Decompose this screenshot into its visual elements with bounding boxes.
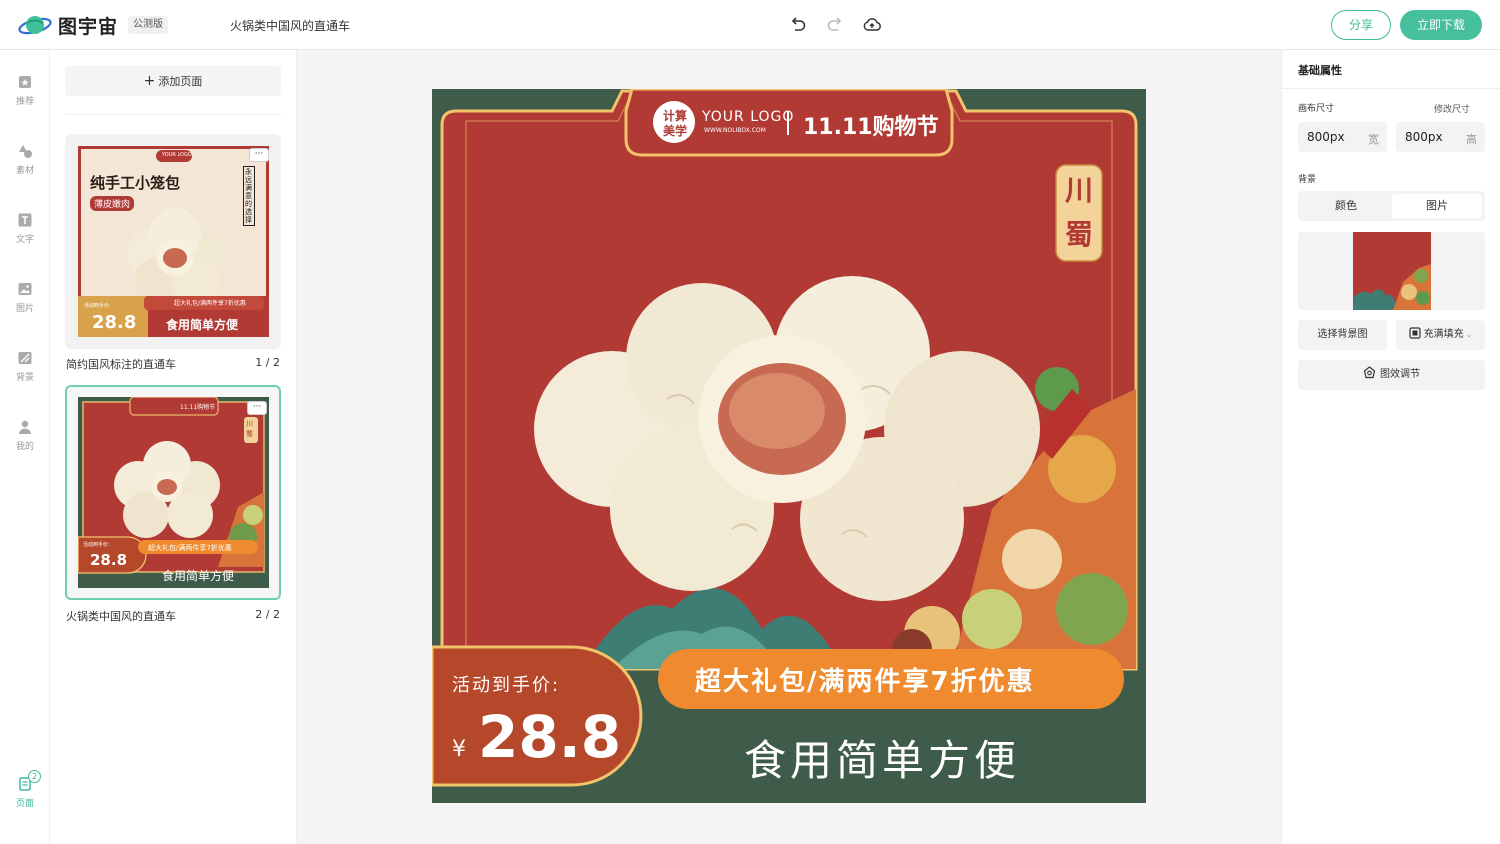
background-type-toggle: 颜色 图片 [1298,191,1485,221]
height-value: 800px [1405,130,1443,144]
more-options-button[interactable]: ··· [247,401,267,415]
rail-label: 素材 [15,166,34,176]
rail-label: 图片 [15,304,34,314]
thumb-badge: 川蜀 [246,420,253,438]
panel-divider [65,114,281,115]
thumb-header: 11.11购物节 [180,404,216,411]
brand-name[interactable]: 图宇宙 [58,12,118,39]
currency-symbol: ¥ [452,737,466,762]
effects-icon [1363,366,1376,379]
logo-badge-line2: 美学 [663,124,688,138]
rail-item-image[interactable]: 图片 [0,281,50,314]
thumb-price-label: 活动到手价: [83,542,110,548]
share-button[interactable]: 分享 [1331,10,1391,40]
page-index-1: 1 / 2 [255,356,280,369]
tab-image[interactable]: 图片 [1392,194,1482,218]
price-label[interactable]: 活动到手价: [452,671,560,697]
background-icon [18,352,32,364]
thumb-promo: 超大礼包/满两件享7折优惠 [174,300,246,307]
background-preview[interactable] [1298,232,1485,310]
price-value[interactable]: 28.8 [478,703,621,771]
logo-main-text: YOUR LOGO [702,109,795,125]
rail-item-text[interactable]: 文字 [0,212,50,245]
recommend-icon [19,76,31,88]
add-page-button[interactable]: + 添加页面 [65,66,281,96]
planet-logo-icon[interactable] [18,12,52,38]
image-effects-button[interactable]: 图效调节 [1298,360,1485,390]
top-bar: 图宇宙 公测版 火锅类中国风的直通车 分享 立即下载 [0,0,1500,50]
page-index-2: 2 / 2 [255,608,280,621]
rail-label: 背景 [15,373,34,383]
fill-mode-select[interactable]: 充满填充 ⌄ [1396,320,1485,350]
width-value: 800px [1307,130,1345,144]
rail-label: 文字 [15,235,34,245]
thumb-promo: 超大礼包/满两件享7折优惠 [148,544,232,552]
page-count-badge: 2 [28,770,41,783]
rail-item-recommend[interactable]: 推荐 [0,74,50,107]
effects-label: 图效调节 [1380,369,1420,380]
rail-item-material[interactable]: 素材 [0,143,50,176]
undo-icon[interactable] [788,15,808,35]
document-title[interactable]: 火锅类中国风的直通车 [230,17,350,34]
thumb-price-label: 活动到手价: [84,303,111,309]
event-title[interactable]: 11.11购物节 [803,109,939,141]
thumb-slogan: 食用简单方便 [166,318,239,332]
height-field[interactable]: 800px 高 [1396,122,1485,152]
left-rail: 推荐 素材 文字 图片 背景 我的 2 页面 [0,50,50,844]
rail-label: 推荐 [15,97,34,107]
image-icon [18,283,32,295]
page-thumbnail-2[interactable]: 11.11购物节 川蜀 活动到手价: 28.8 超大礼包/满两件享7折优惠 食用… [65,385,281,600]
choose-background-button[interactable]: 选择背景图 [1298,320,1387,350]
rail-label: 页面 [15,799,34,809]
user-icon [19,420,31,434]
plus-icon: + [143,73,156,89]
resize-link[interactable]: 修改尺寸 [1434,102,1470,115]
page-thumbnail-1[interactable]: YOUR LOGO 纯手工小笼包 薄皮嫩肉 永远满意的选择 活动到手价: 28.… [65,134,281,349]
download-button[interactable]: 立即下载 [1400,10,1482,40]
background-label: 背景 [1298,175,1317,185]
rail-item-background[interactable]: 背景 [0,350,50,383]
fill-mode-label: 充满填充 [1423,329,1464,340]
page-caption-1: 简约国风标注的直通车 [66,358,176,371]
thumb-price: 28.8 [90,551,128,569]
fill-frame-icon [1409,327,1421,339]
beta-badge: 公测版 [128,16,168,34]
background-thumbnail-image [1353,232,1431,310]
rail-item-pages[interactable]: 2 页面 [0,770,50,809]
canvas-size-label: 画布尺寸 [1298,104,1335,114]
properties-title: 基础属性 [1298,64,1342,77]
height-unit: 高 [1466,133,1477,146]
thumbnail-preview: YOUR LOGO 纯手工小笼包 薄皮嫩肉 永远满意的选择 活动到手价: 28.… [78,146,269,337]
cloud-upload-icon[interactable] [862,15,882,35]
thumbnail-preview: 11.11购物节 川蜀 活动到手价: 28.8 超大礼包/满两件享7折优惠 食用… [78,397,269,588]
chevron-down-icon: ⌄ [1465,330,1473,339]
pages-panel: + 添加页面 YOUR LOGO 纯手工小笼包 薄皮嫩肉 永远满意的选择 活动到… [50,50,297,844]
tab-color[interactable]: 颜色 [1301,194,1391,218]
rail-item-mine[interactable]: 我的 [0,419,50,452]
design-canvas[interactable]: 计算 美学 YOUR LOGO WWW.NOLIBOX.COM 11.11购物节… [432,89,1146,803]
properties-panel: 基础属性 画布尺寸 修改尺寸 800px 宽 800px 高 背景 颜色 图片 … [1281,50,1500,844]
text-icon [18,213,32,227]
shapes-icon [19,145,32,158]
width-field[interactable]: 800px 宽 [1298,122,1387,152]
background-thumbnail [1353,232,1431,310]
properties-divider [1282,88,1500,89]
slogan-text[interactable]: 食用简单方便 [744,727,1020,788]
logo-sub-text: WWW.NOLIBOX.COM [704,127,766,134]
region-badge[interactable]: 川蜀 [1064,169,1094,257]
add-page-label: 添加页面 [158,75,203,88]
more-options-button[interactable]: ··· [249,148,269,162]
thumb-price: 28.8 [92,312,137,333]
width-unit: 宽 [1368,133,1379,146]
rail-label: 我的 [15,442,34,452]
page-caption-2: 火锅类中国风的直通车 [66,610,176,623]
promo-text[interactable]: 超大礼包/满两件享7折优惠 [695,661,1035,698]
redo-icon[interactable] [825,15,845,35]
thumb-slogan: 食用简单方便 [162,569,235,583]
